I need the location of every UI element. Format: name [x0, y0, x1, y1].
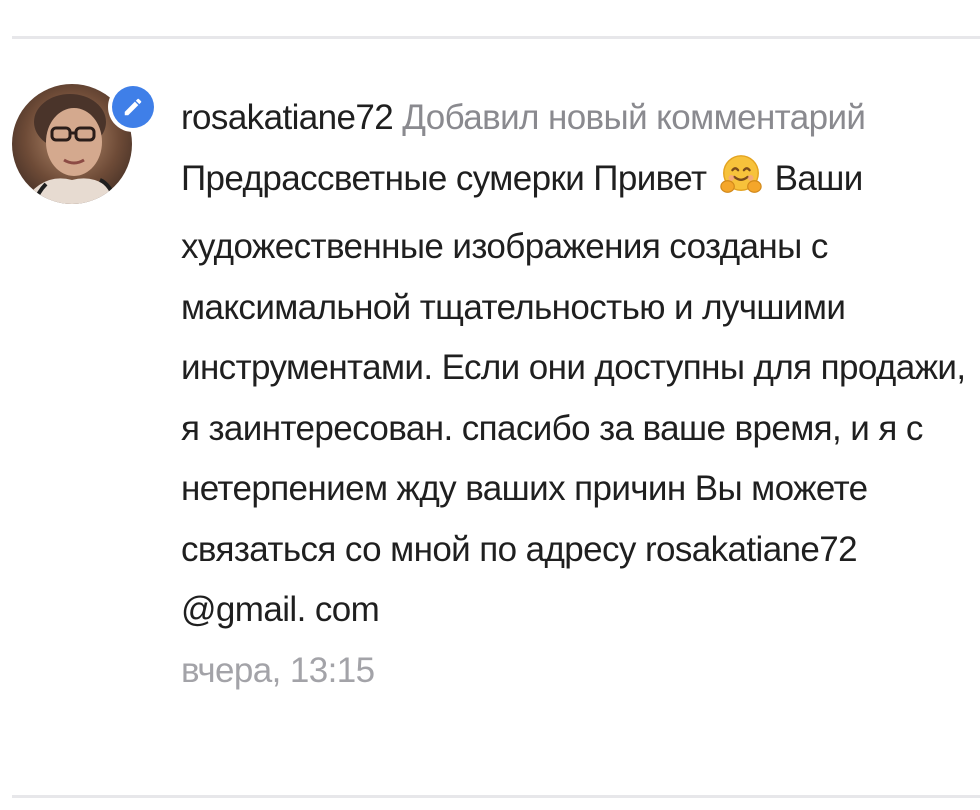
notification-content: rosakatiane72 Добавил новый комментарий … [181, 88, 971, 701]
post-title-link[interactable]: Предрассветные сумерки [181, 159, 585, 198]
username-link[interactable]: rosakatiane72 [181, 98, 394, 137]
timestamp: вчера, 13:15 [181, 650, 375, 690]
action-text: Добавил новый комментарий [402, 98, 866, 137]
hugging-face-emoji-icon [718, 152, 764, 218]
bottom-divider [12, 795, 980, 798]
greeting-text: Привет [593, 158, 707, 198]
avatar-container[interactable] [12, 82, 158, 204]
edit-badge [108, 82, 158, 132]
badge-circle [112, 86, 154, 128]
comment-notification[interactable]: rosakatiane72 Добавил новый комментарий … [0, 0, 980, 810]
pencil-icon [124, 98, 142, 116]
comment-body: Ваши художественные изображения созданы … [181, 158, 966, 630]
